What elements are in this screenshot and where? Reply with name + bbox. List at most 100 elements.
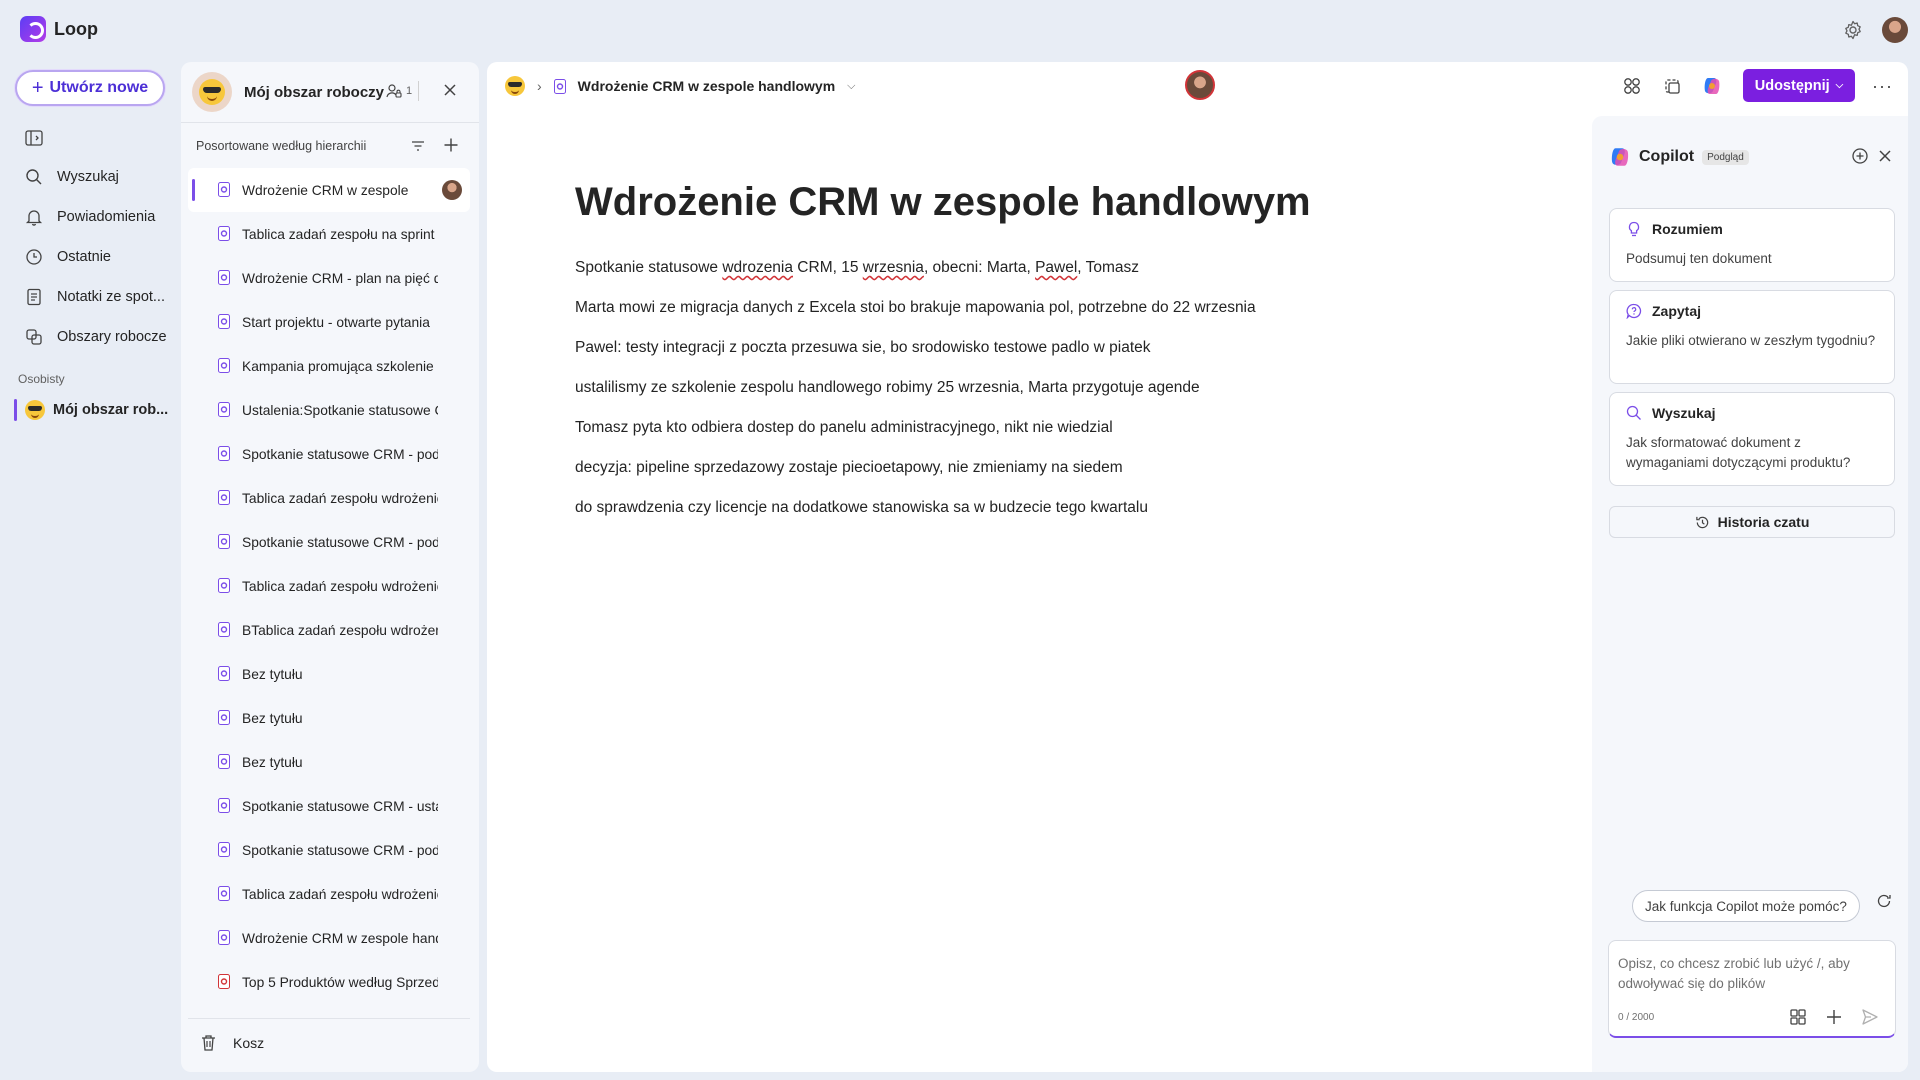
chevron-down-icon[interactable]: ⌵	[847, 80, 855, 93]
collaborator-avatar[interactable]	[1185, 70, 1215, 100]
user-avatar[interactable]	[1882, 17, 1908, 43]
page-list-item[interactable]: Tablica zadań zespołu wdrożeniowego	[188, 872, 470, 916]
loop-page-icon	[218, 358, 230, 373]
paragraph: ustalilismy ze szkolenie zespolu handlow…	[575, 379, 1200, 396]
nav-item-workspaces[interactable]: Obszary robocze	[25, 328, 167, 346]
create-new-button[interactable]: + Utwórz nowe	[15, 70, 165, 106]
page-list-item[interactable]: Tablica zadań zespołu wdrożeniowego	[188, 476, 470, 520]
suggestion-chip[interactable]: Jak funkcja Copilot może pomóc?	[1632, 890, 1860, 922]
close-icon[interactable]	[1877, 148, 1893, 164]
nav-item-notifications[interactable]: Powiadomienia	[25, 208, 155, 226]
components-insert-icon[interactable]	[1789, 1008, 1807, 1026]
collapse-sidebar-icon[interactable]	[25, 130, 43, 146]
page-label: Ustalenia:Spotkanie statusowe CRM	[242, 402, 438, 418]
page-list-item[interactable]: Spotkanie statusowe CRM - ustalenia	[188, 784, 470, 828]
page-list-item[interactable]: Bez tytułu	[188, 696, 470, 740]
send-icon[interactable]	[1861, 1008, 1879, 1026]
workspace-header: Mój obszar roboczy	[192, 70, 472, 114]
page-list-item[interactable]: Top 5 Produktów według Sprzedaży	[188, 960, 470, 1004]
sidebar-item-my-workspace[interactable]: Mój obszar rob...	[14, 398, 174, 422]
page-list-item[interactable]: Spotkanie statusowe CRM - podsumowanie	[188, 432, 470, 476]
trash-icon	[202, 1035, 215, 1051]
card-title: Rozumiem	[1652, 221, 1723, 237]
sunglasses-emoji-icon	[199, 79, 225, 105]
copilot-icon[interactable]	[1702, 76, 1722, 96]
prompt-card-search[interactable]: Wyszukaj Jak sformatować dokument z wyma…	[1609, 392, 1895, 486]
loop-page-icon	[218, 710, 230, 725]
new-chat-icon[interactable]	[1851, 147, 1869, 165]
page-list-item[interactable]: Wdrożenie CRM - plan na pięć dni	[188, 256, 470, 300]
workspace-avatar[interactable]	[192, 72, 232, 112]
page-list-item[interactable]: Spotkanie statusowe CRM - podsumowanie	[188, 520, 470, 564]
page-list-item[interactable]: Tablica zadań zespołu na sprint	[188, 212, 470, 256]
input-placeholder[interactable]: Opisz, co chcesz zrobić lub użyć /, aby …	[1618, 954, 1878, 994]
page-list-item[interactable]: Bez tytułu	[188, 740, 470, 784]
nav-item-meeting-notes[interactable]: Notatki ze spot...	[25, 288, 165, 306]
copilot-header: Copilot Podgląd	[1609, 146, 1749, 168]
prompt-card-ask[interactable]: Zapytaj Jakie pliki otwierano w zeszłym …	[1609, 290, 1895, 384]
document-title[interactable]: Wdrożenie CRM w zespole handlowym	[575, 180, 1311, 225]
paragraph: Marta mowi ze migracja danych z Excela s…	[575, 299, 1256, 316]
loop-page-icon	[218, 930, 230, 945]
settings-gear-icon[interactable]	[1843, 20, 1863, 40]
paragraph: Tomasz pyta kto odbiera dostep do panelu…	[575, 419, 1113, 436]
trash-button[interactable]: Kosz	[200, 1034, 264, 1052]
trash-label: Kosz	[233, 1035, 265, 1051]
loop-page-icon	[218, 534, 230, 549]
loop-page-icon	[218, 666, 230, 681]
page-label: Kampania promująca szkolenie	[242, 358, 434, 374]
close-panel-icon[interactable]	[442, 82, 458, 98]
page-list-item[interactable]: Ustalenia:Spotkanie statusowe CRM	[188, 388, 470, 432]
breadcrumb-page-title[interactable]: Wdrożenie CRM w zespole handlowym	[578, 78, 835, 94]
loop-page-icon	[218, 402, 230, 417]
char-counter: 0 / 2000	[1618, 1012, 1655, 1023]
breadcrumb: › Wdrożenie CRM w zespole handlowym ⌵	[505, 76, 855, 96]
components-icon[interactable]	[1622, 76, 1642, 96]
lightbulb-icon	[1628, 221, 1640, 237]
search-icon	[26, 169, 42, 185]
preview-badge: Podgląd	[1702, 149, 1749, 165]
workspace-members-button[interactable]: 1	[386, 81, 420, 101]
page-list-item[interactable]: Wdrożenie CRM w zespole	[188, 168, 470, 212]
filter-icon[interactable]	[410, 138, 426, 154]
page-list-item[interactable]: Spotkanie statusowe CRM - podsumowanie	[188, 828, 470, 872]
loop-page-icon	[218, 842, 230, 857]
nav-item-label: Powiadomienia	[57, 209, 156, 225]
add-page-icon[interactable]	[443, 137, 459, 153]
paragraph: Spotkanie statusowe wdrozenia CRM, 15 wr…	[575, 259, 1140, 276]
copilot-logo-icon	[1611, 148, 1629, 166]
nav-item-recent[interactable]: Ostatnie	[25, 248, 111, 266]
page-list-item[interactable]: Start projektu - otwarte pytania	[188, 300, 470, 344]
page-list-item[interactable]: Bez tytułu	[188, 652, 470, 696]
nav-item-search[interactable]: Wyszukaj	[25, 168, 119, 186]
workspace-title[interactable]: Mój obszar roboczy	[244, 84, 384, 101]
page-list: Wdrożenie CRM w zespole Tablica zadań zes…	[188, 168, 470, 1016]
loop-page-icon	[218, 578, 230, 593]
chevron-right-icon: ›	[537, 78, 542, 94]
refresh-icon[interactable]	[1876, 893, 1892, 909]
bell-icon	[25, 210, 43, 226]
personal-section-label: Osobisty	[18, 372, 65, 386]
plus-icon[interactable]	[1825, 1008, 1843, 1026]
page-list-item[interactable]: Kampania promująca szkolenie	[188, 344, 470, 388]
page-list-item[interactable]: BTablica zadań zespołu wdrożeniowego	[188, 608, 470, 652]
prompt-card-understand[interactable]: Rozumiem Podsumuj ten dokument	[1609, 208, 1895, 282]
paragraph: Pawel: testy integracji z poczta przesuw…	[575, 339, 1151, 356]
workspace-emoji-icon[interactable]	[505, 76, 525, 96]
document-body[interactable]: Spotkanie statusowe wdrozenia CRM, 15 wr…	[575, 258, 1295, 538]
chevron-down-icon: ⌵	[1835, 80, 1844, 91]
pages-icon[interactable]	[1662, 76, 1682, 96]
app-logo[interactable]: Loop	[20, 16, 98, 42]
share-button[interactable]: Udostępnij ⌵	[1743, 69, 1855, 102]
nav-item-label: Notatki ze spot...	[57, 289, 165, 305]
sort-label: Posortowane według hierarchii	[196, 139, 367, 153]
chat-history-button[interactable]: Historia czatu	[1609, 506, 1895, 538]
loop-page-icon	[218, 314, 230, 329]
page-list-item[interactable]: Tablica zadań zespołu wdrożeniowego	[188, 564, 470, 608]
table-page-icon	[218, 974, 230, 989]
person-lock-icon	[386, 84, 402, 98]
page-list-item[interactable]: Wdrożenie CRM w zespole handlowym	[188, 916, 470, 960]
page-label: Bez tytułu	[242, 754, 303, 770]
workspaces-icon	[26, 329, 42, 345]
more-options-icon[interactable]: ···	[1872, 76, 1893, 97]
